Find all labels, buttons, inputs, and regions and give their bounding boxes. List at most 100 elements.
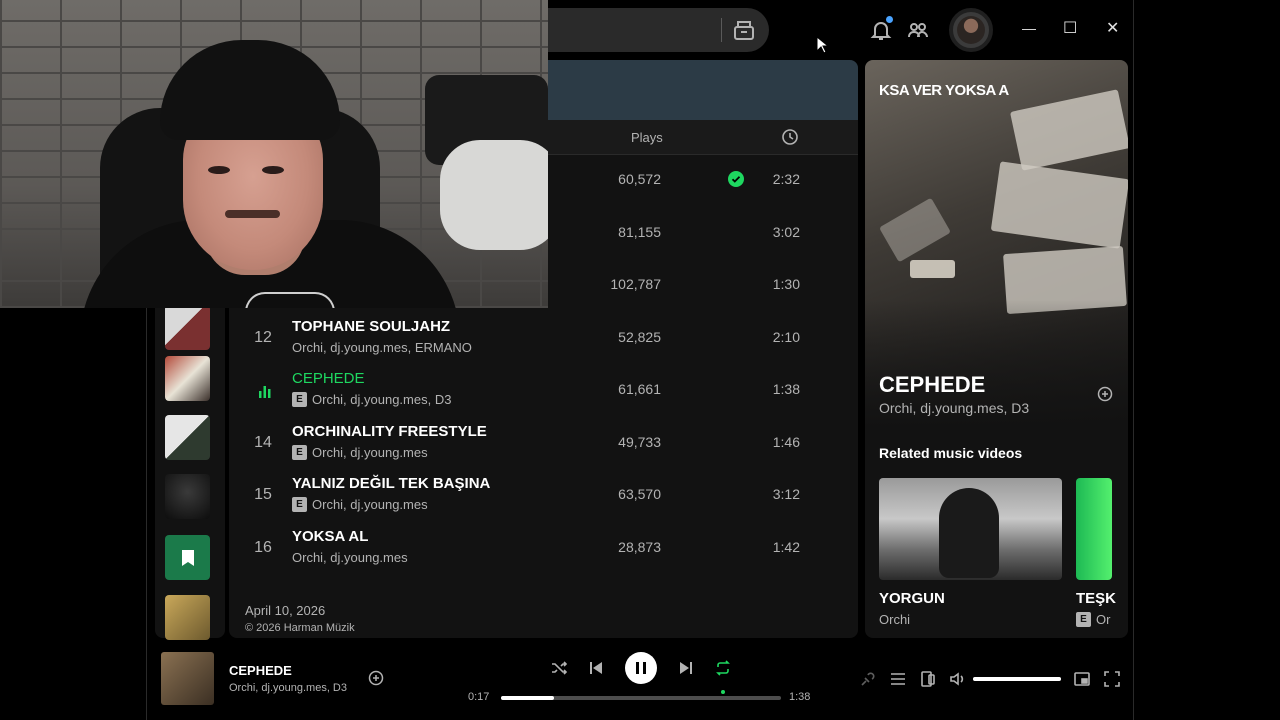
track-plays: 52,825 xyxy=(618,328,661,345)
player-track-title[interactable]: CEPHEDE xyxy=(229,663,292,678)
library-item[interactable] xyxy=(165,415,210,460)
track-plays: 60,572 xyxy=(618,171,661,187)
related-videos-heading: Related music videos xyxy=(879,445,1023,461)
track-artist-names: Orchi, dj.young.mes xyxy=(312,444,428,460)
now-playing-artist[interactable]: Orchi, dj.young.mes, D3 xyxy=(879,400,1029,416)
volume-icon[interactable] xyxy=(949,670,967,688)
track-artists[interactable]: E Orchi, dj.young.mes xyxy=(292,497,428,512)
lyrics-icon[interactable] xyxy=(859,670,877,688)
connect-device-icon[interactable] xyxy=(919,670,937,688)
pause-button[interactable] xyxy=(625,652,657,684)
webcam-overlay xyxy=(0,0,548,308)
track-title[interactable]: YOKSA AL xyxy=(292,528,368,545)
plus-circle-icon[interactable] xyxy=(1097,386,1113,402)
explicit-badge: E xyxy=(292,497,307,512)
search-divider xyxy=(721,18,722,42)
track-duration: 1:42 xyxy=(772,538,800,555)
elapsed-time: 0:17 xyxy=(468,691,490,703)
track-title[interactable]: YALNIZ DEĞIL TEK BAŞINA xyxy=(292,475,490,492)
track-artists[interactable]: E Orchi, dj.young.mes xyxy=(292,444,428,460)
track-title[interactable]: CEPHEDE xyxy=(292,370,365,387)
volume-slider[interactable] xyxy=(973,677,1061,681)
clock-icon xyxy=(782,129,798,145)
track-artist-names: Orchi, dj.young.mes, D3 xyxy=(312,392,452,407)
track-duration: 3:02 xyxy=(772,223,800,240)
minimize-button[interactable]: — xyxy=(1022,20,1036,36)
track-artist-names: Orchi, dj.young.mes, ERMANO xyxy=(292,339,472,355)
avatar[interactable] xyxy=(949,8,993,52)
next-icon[interactable] xyxy=(677,659,695,677)
track-row[interactable]: CEPHEDE E Orchi, dj.young.mes, D3 61,661 1:3… xyxy=(229,366,858,418)
copyright: © 2026 Harman Müzik xyxy=(245,622,355,634)
plays-column-header[interactable]: Plays xyxy=(631,130,663,145)
track-artists[interactable]: Orchi, dj.young.mes xyxy=(292,550,408,565)
now-playing-title[interactable]: CEPHEDE xyxy=(879,372,985,398)
track-artist-names: Orchi, dj.young.mes xyxy=(312,497,428,512)
video-artist[interactable]: E Or xyxy=(1076,612,1110,627)
release-date: April 10, 2026 xyxy=(245,603,326,618)
player-bar: CEPHEDE Orchi, dj.young.mes, D3 0:17 1:3… xyxy=(147,640,1135,720)
video-thumbnail[interactable] xyxy=(879,478,1062,580)
shuffle-icon[interactable] xyxy=(550,659,568,677)
fullscreen-icon[interactable] xyxy=(1103,670,1121,688)
video-title[interactable]: TEŞK xyxy=(1076,590,1116,607)
track-duration: 3:12 xyxy=(772,486,800,502)
progress-fill xyxy=(501,696,555,700)
track-row[interactable]: 16 YOKSA AL Orchi, dj.young.mes 28,873 1:42 xyxy=(229,524,858,576)
total-time: 1:38 xyxy=(789,691,811,703)
track-row[interactable]: 15 YALNIZ DEĞIL TEK BAŞINA E Orchi, dj.youn… xyxy=(229,471,858,523)
bookmark-icon xyxy=(181,549,194,566)
explicit-badge: E xyxy=(292,392,307,407)
track-title[interactable]: ORCHINALITY FREESTYLE xyxy=(292,423,487,440)
video-title[interactable]: YORGUN xyxy=(879,590,945,607)
track-plays: 49,733 xyxy=(618,433,661,450)
previous-icon[interactable] xyxy=(587,659,605,677)
video-artist-name: Orchi xyxy=(879,612,911,627)
track-duration: 1:46 xyxy=(772,433,800,450)
video-artist-name: Or xyxy=(1096,612,1111,627)
miniplayer-icon[interactable] xyxy=(1073,670,1091,688)
track-row[interactable]: 14 ORCHINALITY FREESTYLE E Orchi, dj.young.… xyxy=(229,419,858,471)
library-item[interactable] xyxy=(165,356,210,401)
album-title: KSA VER YOKSA AL xyxy=(879,82,1009,99)
video-artist[interactable]: Orchi xyxy=(879,612,910,627)
track-number: 16 xyxy=(254,538,272,556)
player-track-artist[interactable]: Orchi, dj.young.mes, D3 xyxy=(229,682,347,694)
track-plays: 81,155 xyxy=(618,223,661,240)
volume-fill xyxy=(973,677,1061,681)
repeat-icon[interactable] xyxy=(714,659,732,677)
library-item-saved[interactable] xyxy=(165,535,210,580)
close-button[interactable]: ✕ xyxy=(1106,18,1119,38)
plus-circle-icon[interactable] xyxy=(368,670,384,686)
queue-icon[interactable] xyxy=(889,670,907,688)
track-title[interactable]: TOPHANE SOULJAHZ xyxy=(292,318,450,335)
track-artists[interactable]: Orchi, dj.young.mes, ERMANO xyxy=(292,340,472,355)
library-item[interactable] xyxy=(165,474,210,519)
track-row[interactable]: 12 TOPHANE SOULJAHZ Orchi, dj.young.mes, E… xyxy=(229,314,858,366)
notification-dot xyxy=(886,16,893,23)
now-playing-view: KSA VER YOKSA AL CEPHEDE Orchi, dj.young… xyxy=(865,60,1128,638)
library-item[interactable] xyxy=(165,595,210,640)
track-plays: 28,873 xyxy=(618,538,661,555)
progress-bar[interactable] xyxy=(501,696,781,700)
explicit-badge: E xyxy=(292,444,307,460)
track-number: 14 xyxy=(254,433,272,451)
track-duration: 2:32 xyxy=(772,171,800,187)
track-plays: 61,661 xyxy=(618,381,661,397)
track-number: 12 xyxy=(254,328,272,346)
video-thumbnail[interactable] xyxy=(1076,478,1112,580)
track-artist-names: Orchi, dj.young.mes xyxy=(292,549,408,565)
track-duration: 1:30 xyxy=(772,276,800,292)
maximize-button[interactable]: ☐ xyxy=(1063,18,1077,38)
track-number: 15 xyxy=(254,486,272,503)
pause-icon xyxy=(636,662,646,674)
explicit-badge: E xyxy=(1076,612,1091,627)
browse-icon[interactable] xyxy=(732,18,756,42)
track-plays: 63,570 xyxy=(618,486,661,502)
friends-icon[interactable] xyxy=(906,18,930,42)
check-circle-icon[interactable] xyxy=(728,171,744,187)
track-plays: 102,787 xyxy=(610,276,661,292)
library-item[interactable] xyxy=(165,305,210,350)
track-artists[interactable]: E Orchi, dj.young.mes, D3 xyxy=(292,392,451,407)
player-cover-art[interactable] xyxy=(161,652,214,705)
